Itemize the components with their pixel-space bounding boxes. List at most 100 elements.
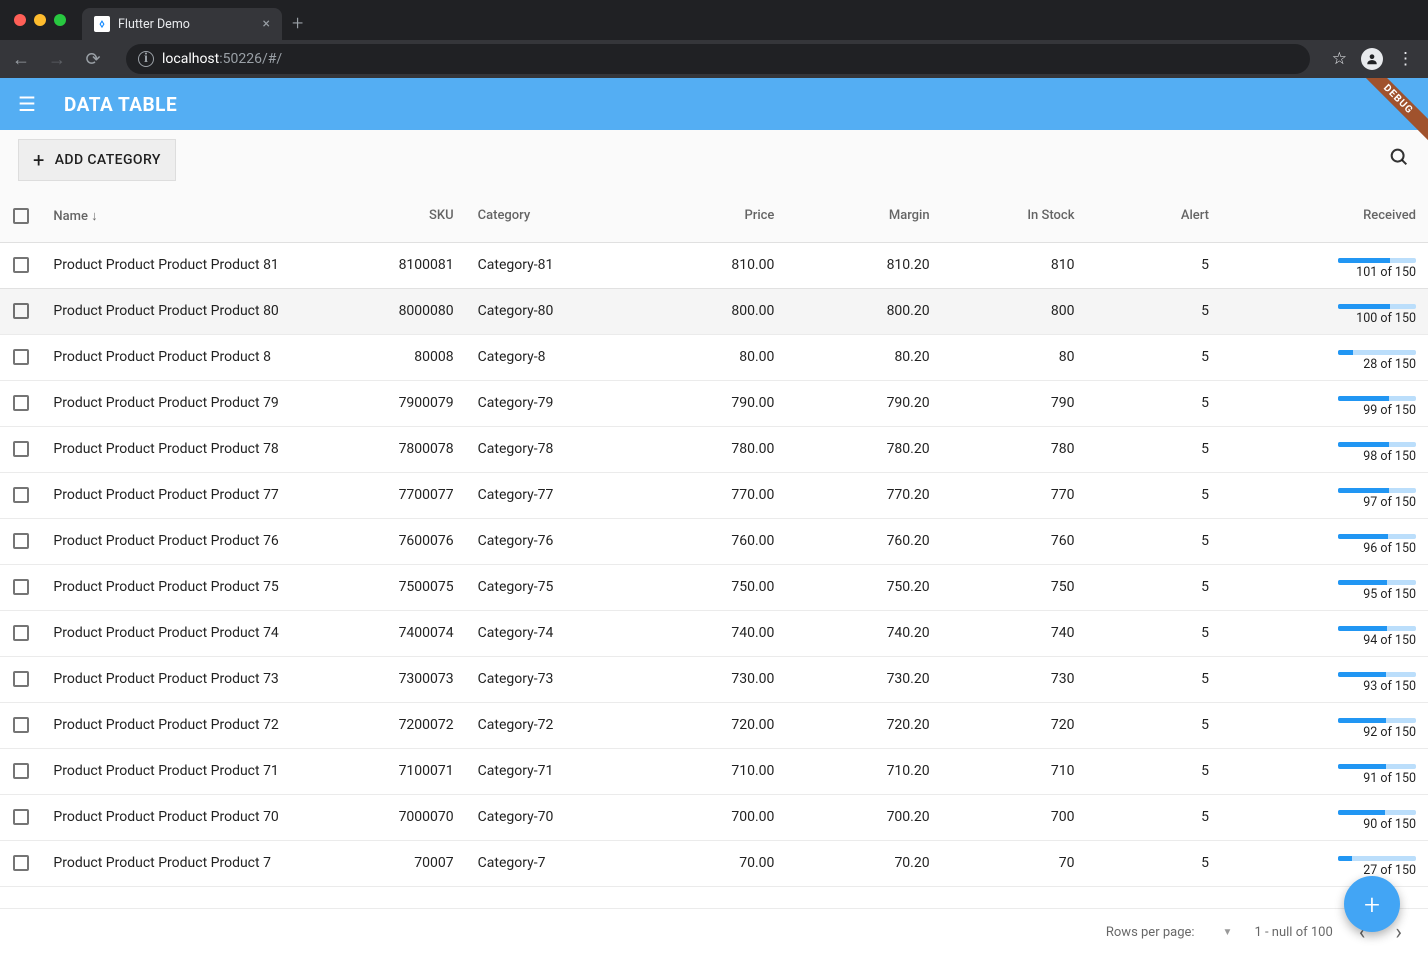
cell-received: 97 of 150 [1221,472,1428,518]
checkbox-icon[interactable] [13,671,29,687]
checkbox-icon[interactable] [13,717,29,733]
col-header-received[interactable]: Received [1221,190,1428,242]
col-header-alert[interactable]: Alert [1086,190,1221,242]
col-header-name[interactable]: Name ↓ [41,190,320,242]
back-icon[interactable]: ← [10,49,32,70]
row-checkbox-cell[interactable] [0,380,41,426]
col-header-price[interactable]: Price [631,190,786,242]
pagination-bar: Rows per page: ▼ 1 - null of 100 ‹ › [0,908,1428,956]
row-checkbox-cell[interactable] [0,334,41,380]
checkbox-icon[interactable] [13,208,29,224]
cell-instock: 780 [942,426,1087,472]
row-checkbox-cell[interactable] [0,840,41,886]
next-page-icon[interactable]: › [1391,920,1406,945]
table-row[interactable]: Product Product Product Product 71710007… [0,748,1428,794]
col-header-category[interactable]: Category [466,190,632,242]
row-checkbox-cell[interactable] [0,748,41,794]
profile-avatar-icon[interactable] [1361,48,1383,70]
progress-bar [1338,258,1416,263]
checkbox-icon[interactable] [13,257,29,273]
window-close-icon[interactable] [14,14,26,26]
window-minimize-icon[interactable] [34,14,46,26]
row-checkbox-cell[interactable] [0,656,41,702]
row-checkbox-cell[interactable] [0,472,41,518]
cell-instock: 760 [942,518,1087,564]
table-row[interactable]: Product Product Product Product 73730007… [0,656,1428,702]
checkbox-icon[interactable] [13,809,29,825]
table-row[interactable]: Product Product Product Product 75750007… [0,564,1428,610]
checkbox-icon[interactable] [13,487,29,503]
table-row[interactable]: Product Product Product Product 880008Ca… [0,334,1428,380]
checkbox-icon[interactable] [13,349,29,365]
bookmark-icon[interactable]: ☆ [1332,49,1347,69]
row-checkbox-cell[interactable] [0,610,41,656]
search-icon[interactable] [1388,146,1410,174]
received-label: 95 of 150 [1363,587,1416,602]
table-row[interactable]: Product Product Product Product 76760007… [0,518,1428,564]
col-header-margin[interactable]: Margin [786,190,941,242]
row-checkbox-cell[interactable] [0,518,41,564]
checkbox-icon[interactable] [13,625,29,641]
window-maximize-icon[interactable] [54,14,66,26]
table-row[interactable]: Product Product Product Product 78780007… [0,426,1428,472]
cell-instock: 800 [942,288,1087,334]
progress-bar [1338,810,1416,815]
site-info-icon[interactable]: i [138,51,154,67]
table-container[interactable]: Name ↓ SKU Category Price Margin In Stoc… [0,190,1428,908]
checkbox-icon[interactable] [13,395,29,411]
progress-bar [1338,442,1416,447]
table-row[interactable]: Product Product Product Product 79790007… [0,380,1428,426]
cell-instock: 730 [942,656,1087,702]
cell-margin: 770.20 [786,472,941,518]
add-category-button[interactable]: + ADD CATEGORY [18,139,176,181]
cell-name: Product Product Product Product 72 [41,702,320,748]
close-tab-icon[interactable]: × [263,16,270,32]
checkbox-icon[interactable] [13,763,29,779]
checkbox-icon[interactable] [13,855,29,871]
rows-per-page-select[interactable]: ▼ [1217,927,1233,938]
checkbox-icon[interactable] [13,579,29,595]
cell-category: Category-72 [466,702,632,748]
row-checkbox-cell[interactable] [0,242,41,288]
cell-alert: 5 [1086,748,1221,794]
row-checkbox-cell[interactable] [0,794,41,840]
received-label: 97 of 150 [1363,495,1416,510]
checkbox-icon[interactable] [13,533,29,549]
fab-add-button[interactable]: + [1344,876,1400,932]
table-row[interactable]: Product Product Product Product 81810008… [0,242,1428,288]
cell-sku: 8100081 [321,242,466,288]
forward-icon[interactable]: → [46,49,68,70]
browser-tab[interactable]: ⬨ Flutter Demo × [82,8,282,40]
table-row[interactable]: Product Product Product Product 770007Ca… [0,840,1428,886]
table-row[interactable]: Product Product Product Product 80800008… [0,288,1428,334]
col-header-sku[interactable]: SKU [321,190,466,242]
cell-price: 80.00 [631,334,786,380]
received-label: 96 of 150 [1363,541,1416,556]
kebab-menu-icon[interactable]: ⋮ [1397,49,1414,69]
col-header-instock[interactable]: In Stock [942,190,1087,242]
table-row[interactable]: Product Product Product Product 72720007… [0,702,1428,748]
table-row[interactable]: Product Product Product Product 77770007… [0,472,1428,518]
checkbox-icon[interactable] [13,303,29,319]
cell-price: 720.00 [631,702,786,748]
cell-margin: 70.20 [786,840,941,886]
new-tab-icon[interactable]: + [292,11,303,35]
select-all-header[interactable] [0,190,41,242]
url-field[interactable]: i localhost:50226/#/ [126,44,1310,74]
cell-name: Product Product Product Product 70 [41,794,320,840]
checkbox-icon[interactable] [13,441,29,457]
cell-instock: 770 [942,472,1087,518]
row-checkbox-cell[interactable] [0,564,41,610]
cell-margin: 710.20 [786,748,941,794]
row-checkbox-cell[interactable] [0,702,41,748]
row-checkbox-cell[interactable] [0,288,41,334]
received-label: 99 of 150 [1363,403,1416,418]
row-checkbox-cell[interactable] [0,426,41,472]
table-row[interactable]: Product Product Product Product 70700007… [0,794,1428,840]
window-controls [14,14,66,26]
table-row[interactable]: Product Product Product Product 74740007… [0,610,1428,656]
cell-name: Product Product Product Product 77 [41,472,320,518]
menu-icon[interactable]: ☰ [18,92,36,116]
reload-icon[interactable]: ⟳ [82,49,104,70]
plus-icon: + [1364,888,1380,921]
